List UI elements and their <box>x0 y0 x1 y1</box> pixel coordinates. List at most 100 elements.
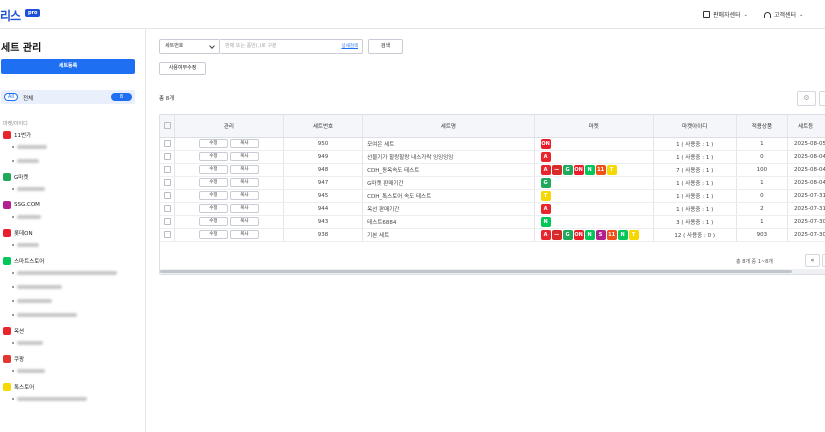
app-logo[interactable]: 리스 <box>0 7 21 24</box>
copy-button[interactable]: 복사 <box>229 191 259 200</box>
sidebar-account-item[interactable] <box>12 299 52 303</box>
set-name-cell[interactable]: 옥선 판매기간 <box>362 202 535 216</box>
set-name-cell[interactable]: CDH_동옥속도 테스트 <box>362 163 535 177</box>
date-cell: 2025-08-05 <box>787 137 825 151</box>
edit-button[interactable]: 수정 <box>198 178 228 187</box>
market-cell: A — G ON N 11 T <box>534 163 654 177</box>
set-name-cell[interactable]: CDH_톡스토어 속도 테스트 <box>362 189 535 203</box>
sidebar-market-4[interactable]: 스마트스토어 <box>3 257 44 265</box>
row-checkbox[interactable] <box>163 179 171 186</box>
set-name-cell[interactable]: 모여은 세트 <box>362 137 535 151</box>
all-filter[interactable]: All 전체 8 <box>1 90 135 104</box>
col-set-name[interactable]: 세트명 <box>362 115 535 138</box>
row-select-cell[interactable] <box>160 202 175 216</box>
copy-button[interactable]: 복사 <box>229 204 259 213</box>
edit-button[interactable]: 수정 <box>198 165 228 174</box>
table-row[interactable]: 수정 복사 947 G마켓 판매기간 G 1 ( 사용중 : 1 ) 1 2025-08-04 <box>160 176 825 190</box>
col-set-number[interactable]: 세트번호 <box>283 115 364 138</box>
first-page-button[interactable]: « <box>805 254 820 267</box>
search-input[interactable]: 판매 또는 품번(,)로 구분 상세검색 <box>220 39 363 54</box>
copy-button[interactable]: 복사 <box>229 165 259 174</box>
table-row[interactable]: 수정 복사 949 선물기가 할랑할랑 내스가락 잉잉잉잉 A 1 ( 사용중 : 1 )… <box>160 150 825 164</box>
sidebar-account-item[interactable] <box>12 215 41 219</box>
sidebar-market-5[interactable]: 옥션 <box>3 327 24 335</box>
date-cell: 2025-07-31 <box>787 189 825 203</box>
detail-search-link[interactable]: 상세검색 <box>341 40 358 53</box>
sidebar-account-item[interactable] <box>12 145 47 149</box>
sidebar-account-item[interactable] <box>12 271 117 275</box>
horizontal-scrollbar[interactable] <box>160 269 825 274</box>
copy-button[interactable]: 복사 <box>229 178 259 187</box>
set-name-cell[interactable]: 기본 세트 <box>362 228 535 242</box>
seller-center-menu[interactable]: 판매자센터 ⌄ <box>703 10 748 19</box>
row-checkbox[interactable] <box>163 218 171 225</box>
row-select-cell[interactable] <box>160 228 175 242</box>
sidebar-account-item[interactable] <box>12 243 39 247</box>
sidebar-market-3[interactable]: 롯데ON <box>3 229 33 237</box>
edit-button[interactable]: 수정 <box>198 191 228 200</box>
row-select-cell[interactable] <box>160 150 175 164</box>
ssg-icon: S <box>595 229 606 240</box>
table-row[interactable]: 수정 복사 945 CDH_톡스토어 속도 테스트 T 1 ( 사용중 : 1 ) 0 202… <box>160 189 825 203</box>
table-row[interactable]: 수정 복사 938 기본 세트 A — G ON N S 11 N T 12 ( 사용중 : 0 ) 903… <box>160 228 825 242</box>
row-checkbox[interactable] <box>163 166 171 173</box>
select-all-checkbox[interactable] <box>163 122 171 130</box>
customer-center-menu[interactable]: 고객센터 ⌄ <box>764 10 803 19</box>
edit-button[interactable]: 수정 <box>198 230 228 239</box>
gear-icon[interactable]: ⚙ <box>797 91 816 106</box>
sidebar-market-label: 11번가 <box>14 133 32 139</box>
chevron-down-icon <box>209 43 215 49</box>
add-set-button[interactable]: 세트등록 <box>1 59 135 74</box>
sidebar-account-item[interactable] <box>12 187 45 191</box>
row-checkbox[interactable] <box>163 205 171 212</box>
row-checkbox[interactable] <box>163 140 171 147</box>
table-row[interactable]: 수정 복사 943 테스트6884 N 3 ( 사용중 : 1 ) 1 2025-07-30 <box>160 215 825 229</box>
sidebar-account-item[interactable] <box>12 313 77 317</box>
sidebar-account-item[interactable] <box>12 159 39 163</box>
copy-button[interactable]: 복사 <box>229 230 259 239</box>
table-row[interactable]: 수정 복사 944 옥선 판매기간 A 1 ( 사용중 : 1 ) 2 2025-07-31 <box>160 202 825 216</box>
copy-button[interactable]: 복사 <box>229 139 259 148</box>
col-date[interactable]: 세트등 <box>787 115 825 138</box>
auction-icon: A <box>540 229 551 240</box>
table-row[interactable]: 수정 복사 950 모여은 세트 ON 1 ( 사용중 : 1 ) 1 2025-08-05 <box>160 137 825 151</box>
row-checkbox[interactable] <box>163 192 171 199</box>
modify-usage-button[interactable]: 사용여부수정 <box>159 62 206 75</box>
sidebar-account-item[interactable] <box>12 397 87 401</box>
sidebar-market-2[interactable]: SSG.COM <box>3 201 40 209</box>
sidebar-account-item[interactable] <box>12 285 62 289</box>
sidebar-market-6[interactable]: 쿠팡 <box>3 355 24 363</box>
set-name-cell[interactable]: 테스트6884 <box>362 215 535 229</box>
row-select-cell[interactable] <box>160 137 175 151</box>
sidebar-account-item[interactable] <box>12 369 45 373</box>
sidebar-market-0[interactable]: 11번가 <box>3 131 31 139</box>
row-checkbox[interactable] <box>163 231 171 238</box>
row-select-cell[interactable] <box>160 215 175 229</box>
sidebar-market-label: G마켓 <box>14 175 29 181</box>
col-applied[interactable]: 적용상품 <box>736 115 789 138</box>
set-name-cell[interactable]: G마켓 판매기간 <box>362 176 535 190</box>
edit-button[interactable]: 수정 <box>198 217 228 226</box>
row-checkbox[interactable] <box>163 153 171 160</box>
copy-button[interactable]: 복사 <box>229 217 259 226</box>
set-name-cell[interactable]: 선물기가 할랑할랑 내스가락 잉잉잉잉 <box>362 150 535 164</box>
row-select-cell[interactable] <box>160 176 175 190</box>
row-select-cell[interactable] <box>160 163 175 177</box>
edit-button[interactable]: 수정 <box>198 152 228 161</box>
sidebar-account-item[interactable] <box>12 341 43 345</box>
table-row[interactable]: 수정 복사 948 CDH_동옥속도 테스트 A — G ON N 11 T 7 ( 사용중 : 1 … <box>160 163 825 177</box>
download-button[interactable] <box>819 91 825 106</box>
edit-button[interactable]: 수정 <box>198 204 228 213</box>
copy-button[interactable]: 복사 <box>229 152 259 161</box>
edit-button[interactable]: 수정 <box>198 139 228 148</box>
search-type-select[interactable]: 세트번호 <box>159 39 220 54</box>
auction-icon: A <box>540 164 551 175</box>
search-button[interactable]: 검색 <box>368 39 403 54</box>
scrollbar-thumb[interactable] <box>160 270 792 273</box>
sidebar-market-1[interactable]: G마켓 <box>3 173 28 181</box>
sidebar-market-7[interactable]: 톡스토어 <box>3 383 34 391</box>
pro-badge: pro <box>25 9 41 17</box>
select-all-header[interactable] <box>160 115 175 138</box>
redacted-account-id <box>17 299 52 303</box>
row-select-cell[interactable] <box>160 189 175 203</box>
